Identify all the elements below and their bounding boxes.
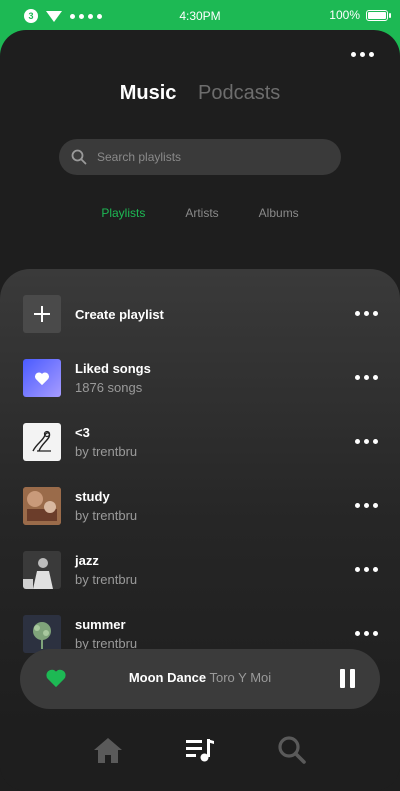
playlist-title: jazz [75,553,99,568]
heart-icon [34,371,50,385]
row-more-button[interactable] [355,375,378,380]
playlist-cover [23,423,61,461]
battery-status: 100% [329,8,391,22]
search-icon [71,149,87,165]
playlist-cover [23,551,61,589]
create-playlist-row[interactable]: Create playlist [23,294,380,334]
tab-podcasts[interactable]: Podcasts [198,82,280,104]
nav-home[interactable] [92,734,124,766]
playlist-cover [23,487,61,525]
row-more-button[interactable] [355,439,378,444]
filter-playlists[interactable]: Playlists [101,206,145,220]
playlist-item[interactable]: <3 by trentbru [23,422,380,462]
pause-button[interactable] [340,669,355,688]
battery-percent: 100% [329,8,360,22]
search-input[interactable] [97,150,317,164]
more-options-button[interactable] [351,52,374,57]
create-playlist-label: Create playlist [75,306,164,322]
playlist-subtitle: by trentbru [75,444,138,459]
playlist-item[interactable]: study by trentbru [23,486,380,526]
now-playing-song: Moon Dance [128,670,207,685]
filter-albums[interactable]: Albums [259,206,299,220]
filter-artists[interactable]: Artists [185,206,218,220]
now-playing-bar[interactable]: Moon Dance Toro Y Moi [20,649,380,709]
content-tabs: Music Podcasts [0,82,400,105]
filter-tabs: Playlists Artists Albums [0,206,400,220]
nav-search[interactable] [276,734,308,766]
liked-songs-cover [23,359,61,397]
playlist-meta: Liked songs 1876 songs [75,361,151,395]
playlist-item[interactable]: Liked songs 1876 songs [23,358,380,398]
playlist-item[interactable]: jazz by trentbru [23,550,380,590]
bottom-nav [0,724,400,791]
search-bar[interactable] [59,139,341,175]
playlist-item[interactable]: summer by trentbru [23,614,380,654]
row-more-button[interactable] [355,311,378,316]
playlist-title: study [75,489,110,504]
nav-library[interactable] [184,734,216,766]
playlist-subtitle: by trentbru [75,508,138,523]
playlist-subtitle: by trentbru [75,572,138,587]
playlist-meta: study by trentbru [75,489,137,523]
playlist-meta: <3 by trentbru [75,425,137,459]
search-icon [278,736,306,764]
playlist-title: Liked songs [75,361,151,376]
playlist-cover [23,615,61,653]
playlist-meta: summer by trentbru [75,617,137,651]
playlist-subtitle: 1876 songs [75,380,143,395]
tab-music[interactable]: Music [120,82,177,104]
row-more-button[interactable] [355,567,378,572]
playlist-meta: jazz by trentbru [75,553,137,587]
battery-icon [366,9,391,21]
plus-icon [23,295,61,333]
library-icon [186,739,214,762]
home-icon [94,738,122,763]
playlist-title: summer [75,617,126,632]
row-more-button[interactable] [355,631,378,636]
now-playing-track: Moon Dance Toro Y Moi [20,670,380,685]
now-playing-artist: Toro Y Moi [209,670,272,685]
create-playlist-meta: Create playlist [75,307,164,322]
app-screen: Music Podcasts Playlists Artists Albums … [0,30,400,791]
row-more-button[interactable] [355,503,378,508]
playlist-title: <3 [75,425,90,440]
